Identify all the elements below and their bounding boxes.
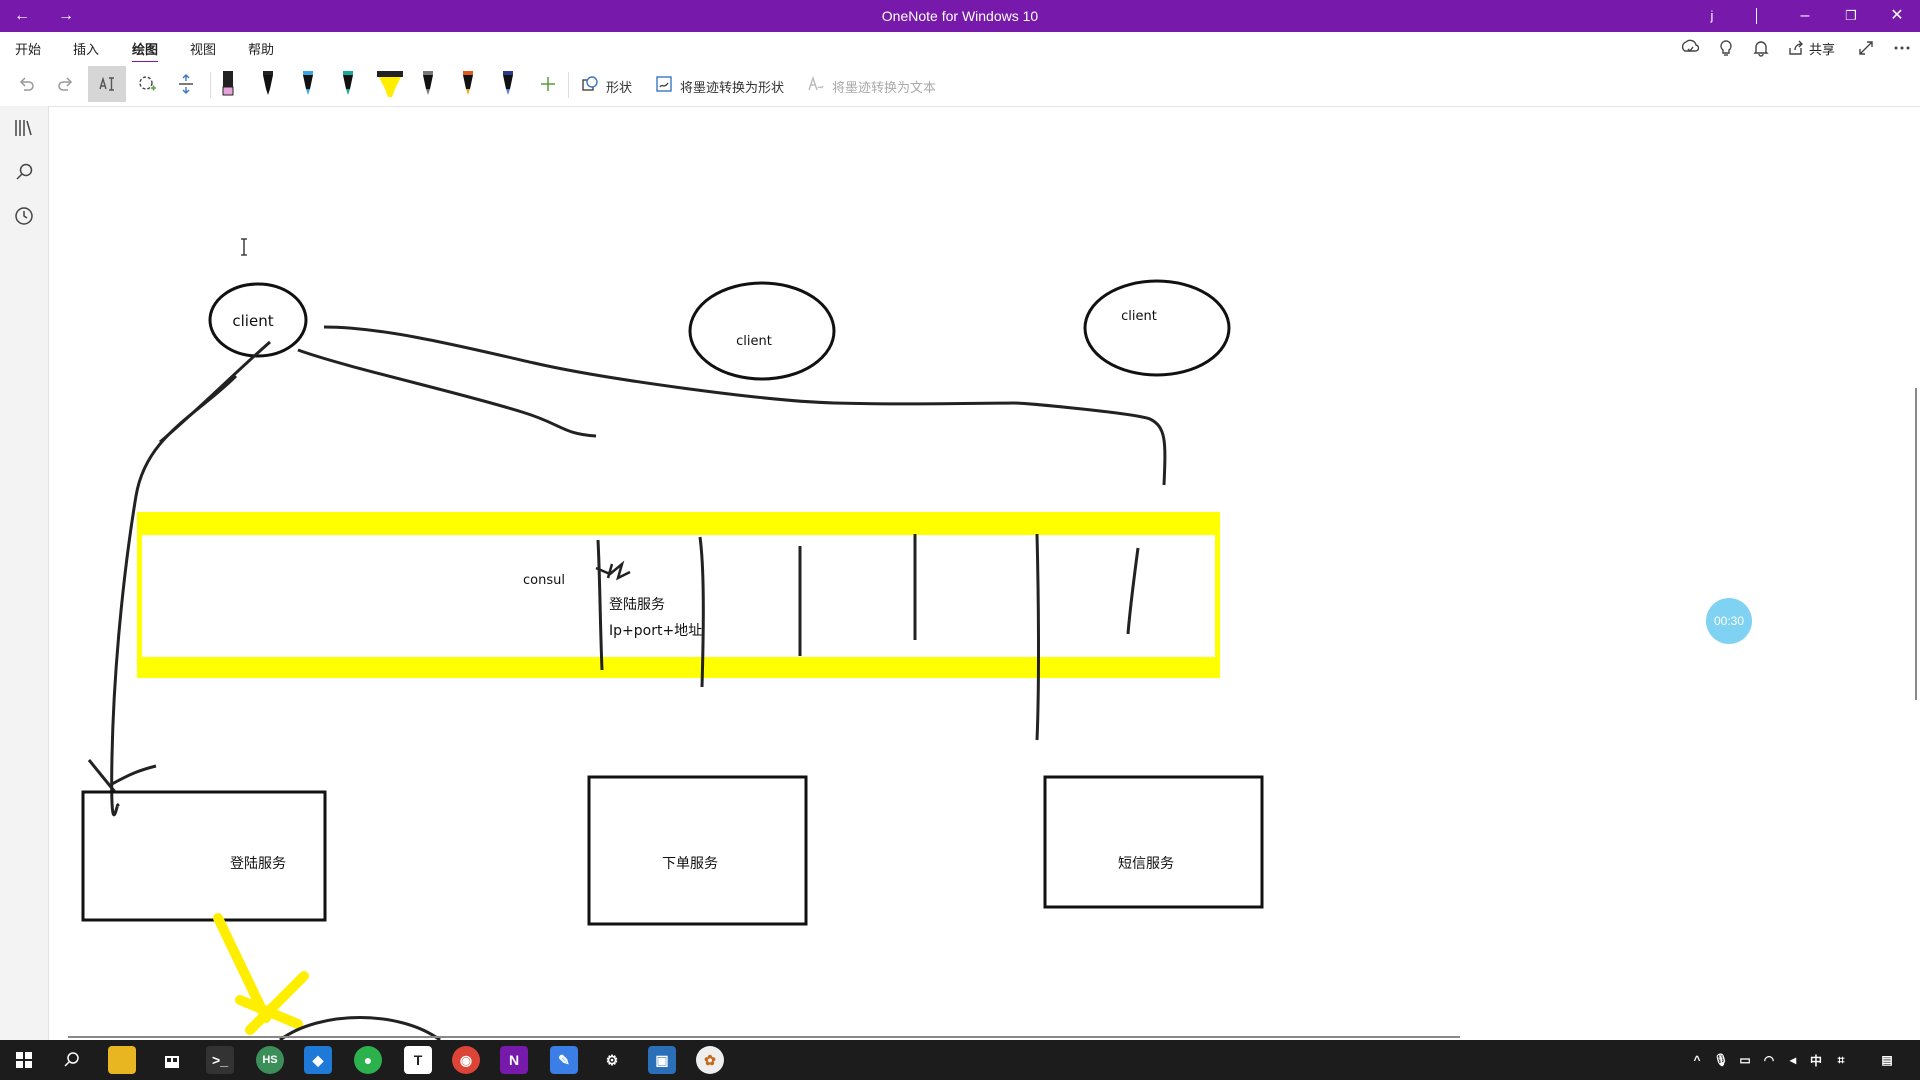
microphone-icon[interactable]: 🎙 — [1712, 1046, 1730, 1074]
client-circle — [1083, 279, 1231, 377]
eraser-icon[interactable] — [212, 68, 244, 100]
feishu-icon[interactable]: ✎ — [550, 1046, 578, 1074]
user-initial[interactable]: j — [1700, 0, 1724, 32]
notification-center-icon[interactable]: ▤ — [1876, 1046, 1898, 1074]
left-nav — [0, 106, 49, 1040]
menu-draw[interactable]: 绘图 — [132, 39, 159, 64]
ink-to-shape-button[interactable]: 将墨迹转换为形状 — [680, 77, 784, 96]
fullscreen-icon[interactable] — [1850, 32, 1882, 64]
title-divider — [1755, 0, 1757, 32]
shapes-icon[interactable] — [574, 68, 606, 100]
ink-arrowhead — [87, 759, 157, 793]
ink-drawing: client client client consul 登陆服务 Ip+port… — [68, 238, 1917, 1042]
ime-indicator-icon[interactable]: 中 — [1806, 1046, 1826, 1074]
menu-view[interactable]: 视图 — [190, 39, 216, 58]
chrome-icon[interactable]: ◉ — [452, 1046, 480, 1074]
pen-teal-icon[interactable] — [332, 68, 364, 100]
recording-timer[interactable]: 00:30 — [1706, 598, 1752, 644]
windows-start-icon[interactable] — [10, 1046, 38, 1074]
title-bar: ← → OneNote for Windows 10 j – ❐ ✕ — [0, 0, 1920, 32]
page-canvas[interactable]: client client client consul 登陆服务 Ip+port… — [49, 107, 1920, 1042]
toolbar-divider — [568, 72, 569, 98]
share-button[interactable]: 共享 — [1809, 39, 1835, 58]
ink-stroke — [297, 348, 597, 438]
service-box — [81, 790, 327, 922]
pen-black-icon[interactable] — [252, 68, 284, 100]
register-label: 登陆服务 — [609, 597, 665, 613]
notebooks-icon[interactable] — [12, 116, 36, 140]
client-label: client — [736, 334, 772, 349]
menu-bar: 开始 插入 绘图 视图 帮助 共享 — [0, 32, 1920, 64]
pen-blue-icon[interactable] — [292, 68, 324, 100]
app-icon[interactable]: ✿ — [696, 1046, 724, 1074]
hs-app-icon[interactable]: HS — [256, 1046, 284, 1074]
keyboard-icon[interactable]: ⌗ — [1832, 1046, 1850, 1074]
ink-to-shape-icon[interactable] — [648, 68, 680, 100]
service-label: 登陆服务 — [230, 856, 286, 872]
restore-icon[interactable]: ❐ — [1836, 0, 1866, 32]
consul-label: consul — [523, 573, 565, 588]
shapes-button[interactable]: 形状 — [606, 77, 632, 96]
minimize-icon[interactable]: – — [1790, 0, 1820, 32]
store-icon[interactable] — [158, 1046, 186, 1074]
toolbar-divider — [210, 72, 211, 98]
wechat-icon[interactable]: ● — [354, 1046, 382, 1074]
close-icon[interactable]: ✕ — [1882, 0, 1912, 32]
volume-icon[interactable]: ◂ — [1784, 1046, 1802, 1074]
ink-to-text-icon — [800, 68, 832, 100]
search-icon[interactable] — [12, 160, 36, 184]
taskbar: >_ HS ◆ ● T ◉ N ✎ ⚙ ▣ ✿ ^ 🎙 ▭ ◠ ◂ 中 ⌗ ▤ — [0, 1040, 1920, 1080]
more-options-icon[interactable] — [1886, 32, 1918, 64]
sync-icon[interactable] — [1674, 32, 1706, 64]
add-pen-icon[interactable] — [532, 68, 564, 100]
highlighter-yellow-icon[interactable] — [372, 68, 408, 100]
lightbulb-icon[interactable] — [1710, 32, 1742, 64]
recent-clock-icon[interactable] — [12, 204, 36, 228]
settings-gear-icon[interactable]: ⚙ — [598, 1046, 626, 1074]
bell-icon[interactable] — [1745, 32, 1777, 64]
service-box — [1043, 775, 1264, 909]
menu-help[interactable]: 帮助 — [248, 39, 274, 58]
battery-icon[interactable]: ▭ — [1736, 1046, 1754, 1074]
service-label: 下单服务 — [662, 856, 718, 872]
onenote-icon[interactable]: N — [500, 1046, 528, 1074]
draw-toolbar: 形状 将墨迹转换为形状 将墨迹转换为文本 — [0, 62, 1920, 107]
ink-stroke — [1035, 533, 1040, 741]
tray-expand-icon[interactable]: ^ — [1688, 1046, 1706, 1074]
type-select-icon[interactable] — [88, 66, 126, 102]
client-circle — [688, 281, 836, 381]
register-note: Ip+port+地址 — [609, 623, 702, 639]
wifi-icon[interactable]: ◠ — [1760, 1046, 1778, 1074]
file-explorer-icon[interactable] — [108, 1046, 136, 1074]
window-title: OneNote for Windows 10 — [881, 8, 1039, 24]
lasso-select-icon[interactable] — [131, 68, 163, 100]
service-label: 短信服务 — [1118, 856, 1174, 872]
ink-stroke — [323, 325, 1167, 486]
ink-to-text-button: 将墨迹转换为文本 — [832, 81, 937, 96]
service-box — [587, 775, 808, 926]
text-cursor-icon — [241, 238, 247, 256]
undo-icon[interactable] — [10, 68, 42, 100]
terminal-icon[interactable]: >_ — [206, 1046, 234, 1074]
redo-icon[interactable] — [50, 68, 82, 100]
menu-home[interactable]: 开始 — [15, 39, 41, 58]
pen-galaxy-icon[interactable] — [412, 68, 444, 100]
client-label: client — [232, 312, 273, 330]
pen-navy-icon[interactable] — [492, 68, 524, 100]
yellow-arrow — [213, 913, 309, 1035]
menu-insert[interactable]: 插入 — [73, 39, 99, 58]
pen-rainbow-icon[interactable] — [452, 68, 484, 100]
typora-icon[interactable]: T — [404, 1046, 432, 1074]
window-app-icon[interactable]: ▣ — [648, 1046, 676, 1074]
vscode-icon[interactable]: ◆ — [304, 1046, 332, 1074]
taskbar-search-icon[interactable] — [58, 1046, 86, 1074]
share-icon[interactable] — [1784, 32, 1808, 64]
client-label: client — [1121, 309, 1157, 324]
add-space-icon[interactable] — [170, 68, 202, 100]
